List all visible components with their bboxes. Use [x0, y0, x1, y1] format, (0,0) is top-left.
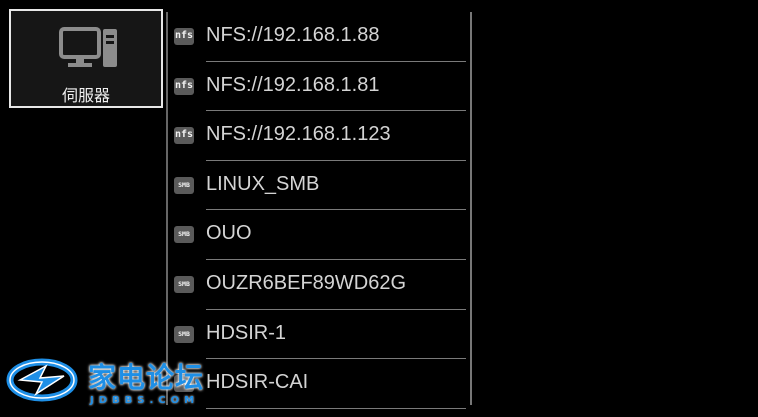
share-type-badge-text: nfs — [174, 30, 194, 41]
server-list-item[interactable]: SMB HDSIR-CAI — [168, 359, 468, 409]
server-list-item[interactable]: nfs NFS://192.168.1.81 — [168, 62, 468, 112]
nfs-share-icon: nfs — [174, 127, 194, 145]
server-address-label: OUO — [206, 222, 252, 245]
share-type-badge-text: nfs — [174, 129, 194, 141]
server-category-tile[interactable]: 伺服器 — [9, 9, 163, 108]
server-address-label: LINUX_SMB — [206, 172, 320, 195]
server-list-item[interactable]: SMB OUO — [168, 210, 468, 260]
server-list-item[interactable]: SMB OUZR6BEF89WD62G — [168, 260, 468, 310]
list-right-divider — [470, 12, 472, 405]
watermark-subtitle: JDBBS.COM — [90, 395, 200, 406]
nfs-share-icon: nfs — [174, 28, 194, 45]
server-list: nfs NFS://192.168.1.88 nfs NFS://192.168.1.… — [168, 12, 468, 409]
share-type-badge-text: SMB — [178, 180, 190, 189]
share-type-badge-text: SMB — [178, 279, 190, 288]
row-separator — [206, 407, 466, 409]
server-address-label: NFS://192.168.1.88 — [206, 24, 380, 46]
share-type-badge-text: nfs — [174, 79, 194, 91]
site-watermark: 家电论坛 JDBBS.COM — [6, 352, 206, 412]
server-list-item[interactable]: nfs NFS://192.168.1.88 — [168, 12, 468, 62]
server-list-item[interactable]: SMB LINUX_SMB — [168, 161, 468, 211]
watermark-title: 家电论坛 — [88, 361, 205, 394]
smb-share-icon: SMB — [174, 226, 194, 244]
server-list-item[interactable]: nfs NFS://192.168.1.123 — [168, 111, 468, 161]
server-address-label: OUZR6BEF89WD62G — [206, 271, 407, 294]
server-address-label: HDSIR-CAI — [206, 371, 309, 394]
smb-share-icon: SMB — [174, 325, 194, 343]
nfs-share-icon: nfs — [174, 77, 194, 95]
server-address-label: HDSIR-1 — [206, 321, 287, 344]
smb-share-icon: SMB — [174, 275, 194, 293]
desktop-computer-icon — [59, 27, 117, 67]
share-type-badge-text: SMB — [178, 329, 190, 338]
site-logo-icon — [6, 358, 78, 402]
server-category-label: 伺服器 — [61, 86, 110, 105]
server-address-label: NFS://192.168.1.81 — [206, 73, 380, 96]
share-type-badge-text: SMB — [178, 230, 190, 239]
server-list-item[interactable]: SMB HDSIR-1 — [168, 310, 468, 360]
server-address-label: NFS://192.168.1.123 — [206, 123, 391, 146]
smb-share-icon: SMB — [174, 176, 194, 194]
